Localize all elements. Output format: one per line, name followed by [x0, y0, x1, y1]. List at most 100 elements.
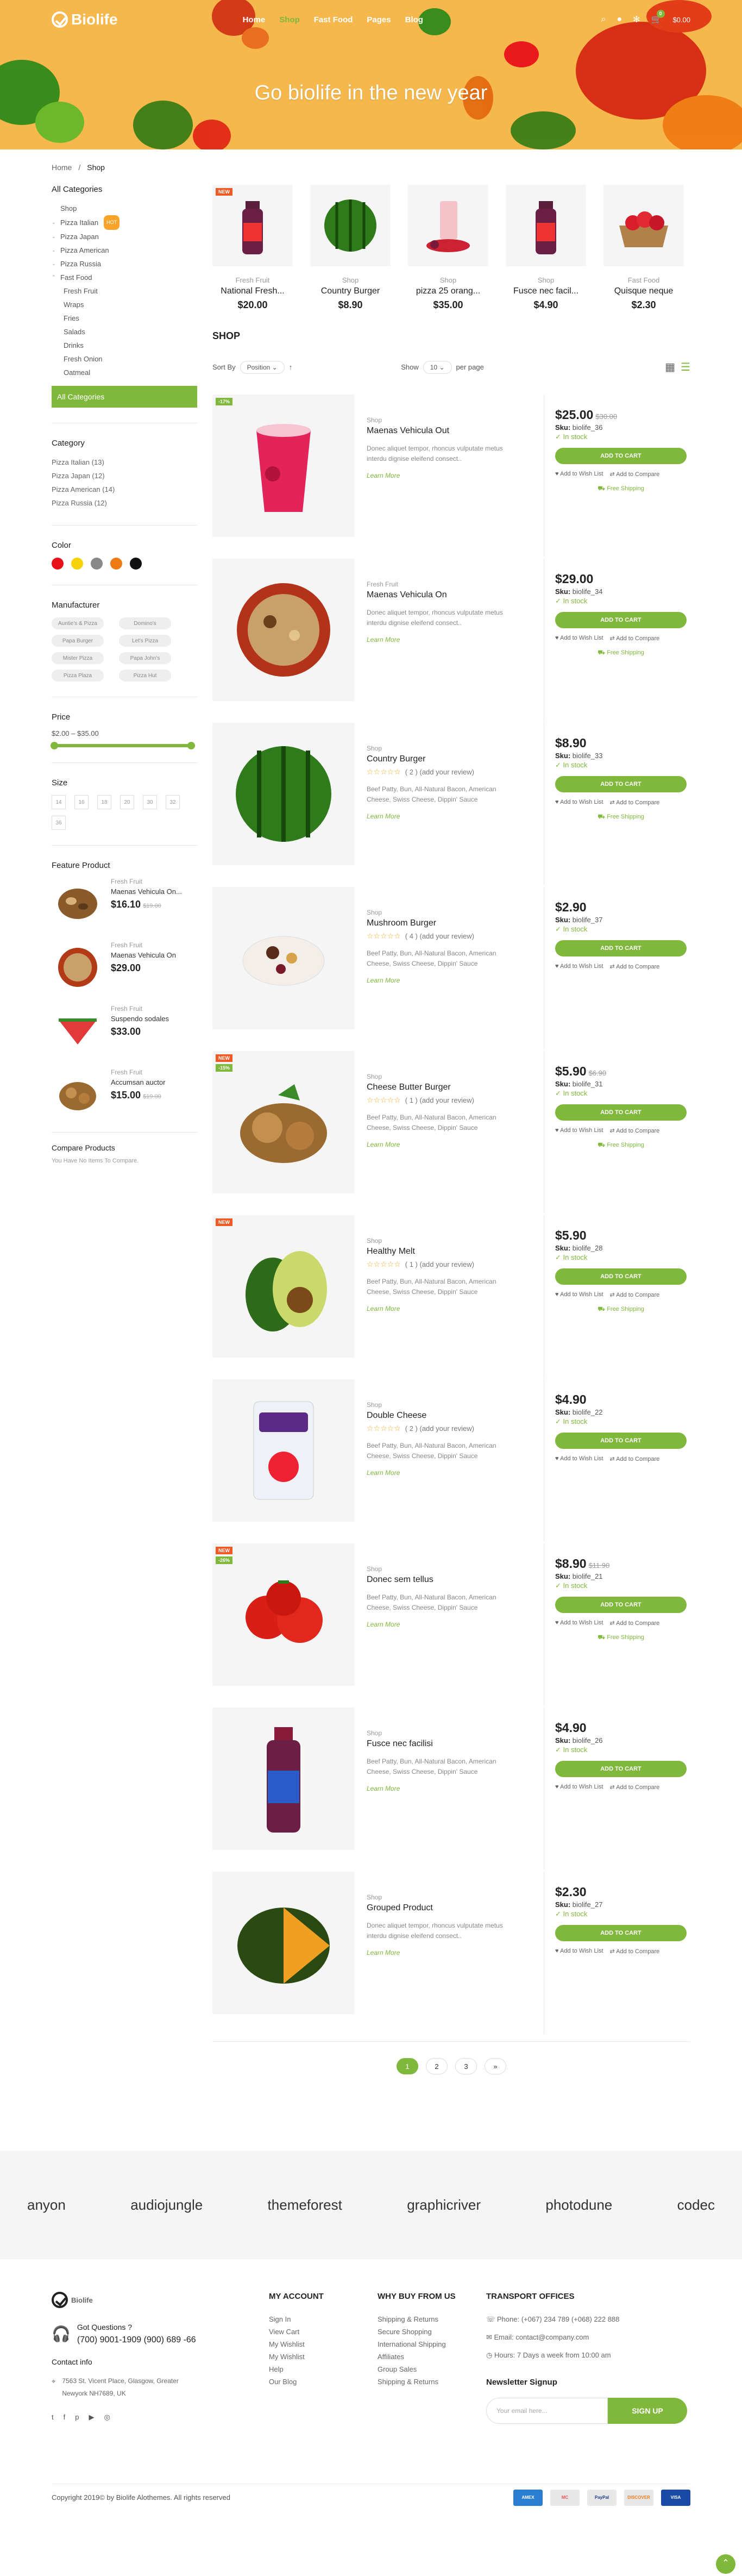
product-image[interactable] — [212, 559, 355, 701]
newsletter-email-input[interactable]: Your email here... — [486, 2398, 608, 2424]
footer-link[interactable]: My Wishlist — [269, 2350, 378, 2363]
add-to-cart-button[interactable]: ADD TO CART — [555, 1761, 687, 1777]
page-button[interactable]: 3 — [455, 2058, 477, 2074]
manufacturer-tag[interactable]: Mister Pizza — [52, 652, 104, 664]
nav-blog[interactable]: Blog — [405, 15, 423, 24]
cart-icon[interactable]: 🛒 0 — [651, 10, 665, 25]
footer-link[interactable]: Shipping & Returns — [378, 2313, 486, 2325]
category-item[interactable]: Shop — [52, 202, 197, 215]
footer-link[interactable]: View Cart — [269, 2325, 378, 2338]
product-name[interactable]: Mushroom Burger — [367, 918, 544, 928]
slider-handle-max[interactable] — [187, 742, 195, 749]
learn-more-link[interactable]: Learn More — [367, 1305, 544, 1312]
gear-icon[interactable]: ✻ — [633, 14, 640, 25]
add-to-cart-button[interactable]: ADD TO CART — [555, 776, 687, 792]
top-product-image[interactable] — [408, 185, 488, 266]
feature-product-image[interactable] — [52, 1005, 103, 1056]
product-image[interactable] — [212, 1379, 355, 1522]
learn-more-link[interactable]: Learn More — [367, 636, 544, 643]
back-to-top-button[interactable]: ⌃ — [716, 2554, 735, 2574]
add-to-wishlist-link[interactable]: ♥ Add to Wish List — [555, 1291, 603, 1298]
manufacturer-tag[interactable]: Papa Burger — [52, 635, 104, 647]
nav-home[interactable]: Home — [243, 15, 266, 24]
add-to-compare-link[interactable]: ⇄ Add to Compare — [609, 963, 659, 970]
product-image[interactable]: NEW — [212, 1215, 355, 1358]
feature-product-image[interactable] — [52, 1068, 103, 1120]
product-image[interactable] — [212, 887, 355, 1029]
site-logo[interactable]: Biolife — [52, 11, 118, 28]
manufacturer-tag[interactable]: Papa John's — [119, 652, 171, 664]
cart-total[interactable]: $0.00 — [672, 16, 690, 24]
footer-link[interactable]: Our Blog — [269, 2375, 378, 2388]
top-product-card[interactable]: Shop pizza 25 orang... $35.00 — [408, 185, 488, 311]
size-option[interactable]: 36 — [52, 816, 66, 830]
youtube-icon[interactable]: ▶ — [89, 2411, 94, 2423]
footer-link[interactable]: Group Sales — [378, 2363, 486, 2375]
add-to-compare-link[interactable]: ⇄ Add to Compare — [609, 1948, 659, 1955]
top-product-image[interactable]: NEW — [212, 185, 293, 266]
footer-link[interactable]: Secure Shopping — [378, 2325, 486, 2338]
product-name[interactable]: Maenas Vehicula On — [367, 590, 544, 600]
sort-direction-icon[interactable]: ↑ — [289, 363, 293, 371]
top-product-card[interactable]: Fast Food Quisque neque $2.30 — [603, 185, 684, 311]
size-option[interactable]: 16 — [74, 795, 89, 809]
footer-link[interactable]: Sign In — [269, 2313, 378, 2325]
top-product-name[interactable]: National Fresh... — [212, 286, 293, 296]
twitter-icon[interactable]: t — [52, 2411, 54, 2423]
add-to-wishlist-link[interactable]: ♥ Add to Wish List — [555, 799, 603, 806]
add-to-wishlist-link[interactable]: ♥ Add to Wish List — [555, 1784, 603, 1791]
top-product-card[interactable]: Shop Country Burger $8.90 — [310, 185, 391, 311]
add-to-wishlist-link[interactable]: ♥ Add to Wish List — [555, 1127, 603, 1134]
category-filter-item[interactable]: Pizza Russia (12) — [52, 496, 197, 510]
add-to-cart-button[interactable]: ADD TO CART — [555, 940, 687, 956]
product-image[interactable] — [212, 1872, 355, 2014]
nav-pages[interactable]: Pages — [367, 15, 391, 24]
subcategory-item[interactable]: Salads — [52, 325, 197, 339]
add-to-wishlist-link[interactable]: ♥ Add to Wish List — [555, 471, 603, 478]
brand-logo[interactable]: audiojungle — [130, 2197, 203, 2214]
product-name[interactable]: Fusce nec facilisi — [367, 1739, 544, 1749]
top-product-name[interactable]: Quisque neque — [603, 286, 684, 296]
brand-logo[interactable]: codec — [677, 2197, 715, 2214]
add-to-compare-link[interactable]: ⇄ Add to Compare — [609, 1784, 659, 1791]
page-button[interactable]: 2 — [426, 2058, 448, 2074]
feature-product-name[interactable]: Suspendo sodales — [111, 1015, 169, 1023]
add-to-compare-link[interactable]: ⇄ Add to Compare — [609, 1455, 659, 1462]
top-product-card[interactable]: NEW Fresh Fruit National Fresh... $20.00 — [212, 185, 293, 311]
size-option[interactable]: 30 — [143, 795, 157, 809]
size-option[interactable]: 18 — [97, 795, 111, 809]
add-to-cart-button[interactable]: ADD TO CART — [555, 448, 687, 464]
grid-view-icon[interactable]: ▦ — [665, 360, 675, 374]
add-to-compare-link[interactable]: ⇄ Add to Compare — [609, 799, 659, 806]
footer-link[interactable]: My Wishlist — [269, 2338, 378, 2350]
learn-more-link[interactable]: Learn More — [367, 1469, 544, 1477]
size-option[interactable]: 14 — [52, 795, 66, 809]
size-option[interactable]: 20 — [120, 795, 134, 809]
subcategory-item[interactable]: Fresh Fruit — [52, 284, 197, 298]
brand-logo[interactable]: graphicriver — [407, 2197, 481, 2214]
top-product-image[interactable] — [506, 185, 586, 266]
review-count[interactable]: ( 1 ) (add your review) — [405, 1096, 474, 1104]
slider-handle-min[interactable] — [51, 742, 58, 749]
add-to-wishlist-link[interactable]: ♥ Add to Wish List — [555, 963, 603, 970]
feature-product-image[interactable] — [52, 878, 103, 929]
category-filter-item[interactable]: Pizza American (14) — [52, 483, 197, 496]
category-filter-item[interactable]: Pizza Italian (13) — [52, 455, 197, 469]
add-to-wishlist-link[interactable]: ♥ Add to Wish List — [555, 635, 603, 642]
category-item[interactable]: ⌄ Pizza Russia — [52, 257, 197, 271]
learn-more-link[interactable]: Learn More — [367, 812, 544, 820]
learn-more-link[interactable]: Learn More — [367, 1949, 544, 1956]
color-swatch-orange[interactable] — [110, 558, 122, 570]
add-to-wishlist-link[interactable]: ♥ Add to Wish List — [555, 1620, 603, 1627]
category-item[interactable]: ⌃ Fast Food — [52, 271, 197, 284]
color-swatch-gray[interactable] — [91, 558, 103, 570]
top-product-card[interactable]: Shop Fusce nec facil... $4.90 — [506, 185, 586, 311]
manufacturer-tag[interactable]: Auntie's & Pizza — [52, 617, 104, 629]
top-product-image[interactable] — [310, 185, 391, 266]
manufacturer-tag[interactable]: Pizza Plaza — [52, 670, 104, 681]
product-name[interactable]: Grouped Product — [367, 1903, 544, 1913]
top-product-name[interactable]: pizza 25 orang... — [408, 286, 488, 296]
learn-more-link[interactable]: Learn More — [367, 977, 544, 984]
feature-product[interactable]: Fresh Fruit Maenas Vehicula On $29.00 — [52, 941, 197, 993]
feature-product[interactable]: Fresh Fruit Maenas Vehicula On... $16.10 $1… — [52, 878, 197, 929]
